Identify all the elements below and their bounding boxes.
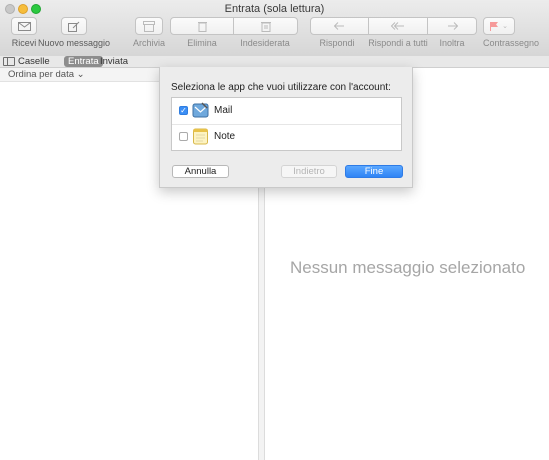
window-toolbar: Entrata (sola lettura) ⌄ Ricevi Nuovo me… <box>0 0 549 57</box>
archive-label: Archivia <box>132 38 166 48</box>
app-list: ✓ Mail Note <box>171 97 402 151</box>
reply-all-arrow-icon <box>391 21 404 30</box>
cancel-button[interactable]: Annulla <box>172 165 229 178</box>
sidebar-toggle-icon[interactable] <box>3 57 15 66</box>
no-message-selected-text: Nessun messaggio selezionato <box>290 258 526 277</box>
window-title: Entrata (sola lettura) <box>224 3 325 15</box>
mail-app-name: Mail <box>214 105 233 116</box>
trash-icon <box>197 21 207 32</box>
forward-label: Inoltra <box>439 38 465 48</box>
sheet-prompt: Seleziona le app che vuoi utilizzare con… <box>171 82 391 93</box>
archive-button[interactable] <box>135 17 163 35</box>
reply-arrow-icon <box>334 21 344 30</box>
mail-checkbox[interactable]: ✓ <box>179 106 188 115</box>
delete-button[interactable] <box>170 17 234 35</box>
done-button[interactable]: Fine <box>345 165 403 178</box>
get-mail-label: Ricevi <box>11 38 37 48</box>
reply-all-button[interactable] <box>369 17 428 35</box>
delete-label: Elimina <box>187 38 217 48</box>
junk-label: Indesiderata <box>240 38 290 48</box>
forward-button[interactable] <box>428 17 477 35</box>
flag-icon <box>490 21 499 31</box>
junk-button[interactable] <box>234 17 298 35</box>
app-row-notes[interactable]: Note <box>172 124 401 150</box>
favorites-mailboxes[interactable]: Caselle <box>18 56 50 67</box>
archive-box-icon <box>143 20 155 32</box>
app-row-mail[interactable]: ✓ Mail <box>172 98 401 125</box>
envelope-icon <box>17 21 31 31</box>
chevron-down-icon: ⌄ <box>502 23 508 30</box>
flag-button[interactable]: ⌄ <box>483 17 515 35</box>
notes-app-name: Note <box>214 131 236 142</box>
notes-checkbox[interactable] <box>179 132 188 141</box>
junk-bin-icon <box>260 21 271 32</box>
account-apps-sheet: Seleziona le app che vuoi utilizzare con… <box>159 67 413 188</box>
get-mail-button[interactable] <box>11 17 37 35</box>
flag-label: Contrassegno <box>482 38 540 48</box>
reply-button[interactable] <box>310 17 369 35</box>
reply-label: Rispondi <box>319 38 355 48</box>
new-message-button[interactable] <box>61 17 87 35</box>
favorites-inbox[interactable]: Entrata <box>64 56 103 67</box>
notes-app-icon <box>193 128 208 145</box>
reply-all-label: Rispondi a tutti <box>368 38 428 48</box>
mail-app-icon <box>192 102 209 118</box>
new-message-label: Nuovo messaggio <box>37 38 111 48</box>
back-button[interactable]: Indietro <box>281 165 337 178</box>
forward-arrow-icon <box>447 21 458 30</box>
compose-icon <box>68 21 80 32</box>
favorites-sent[interactable]: Inviata <box>100 56 128 67</box>
